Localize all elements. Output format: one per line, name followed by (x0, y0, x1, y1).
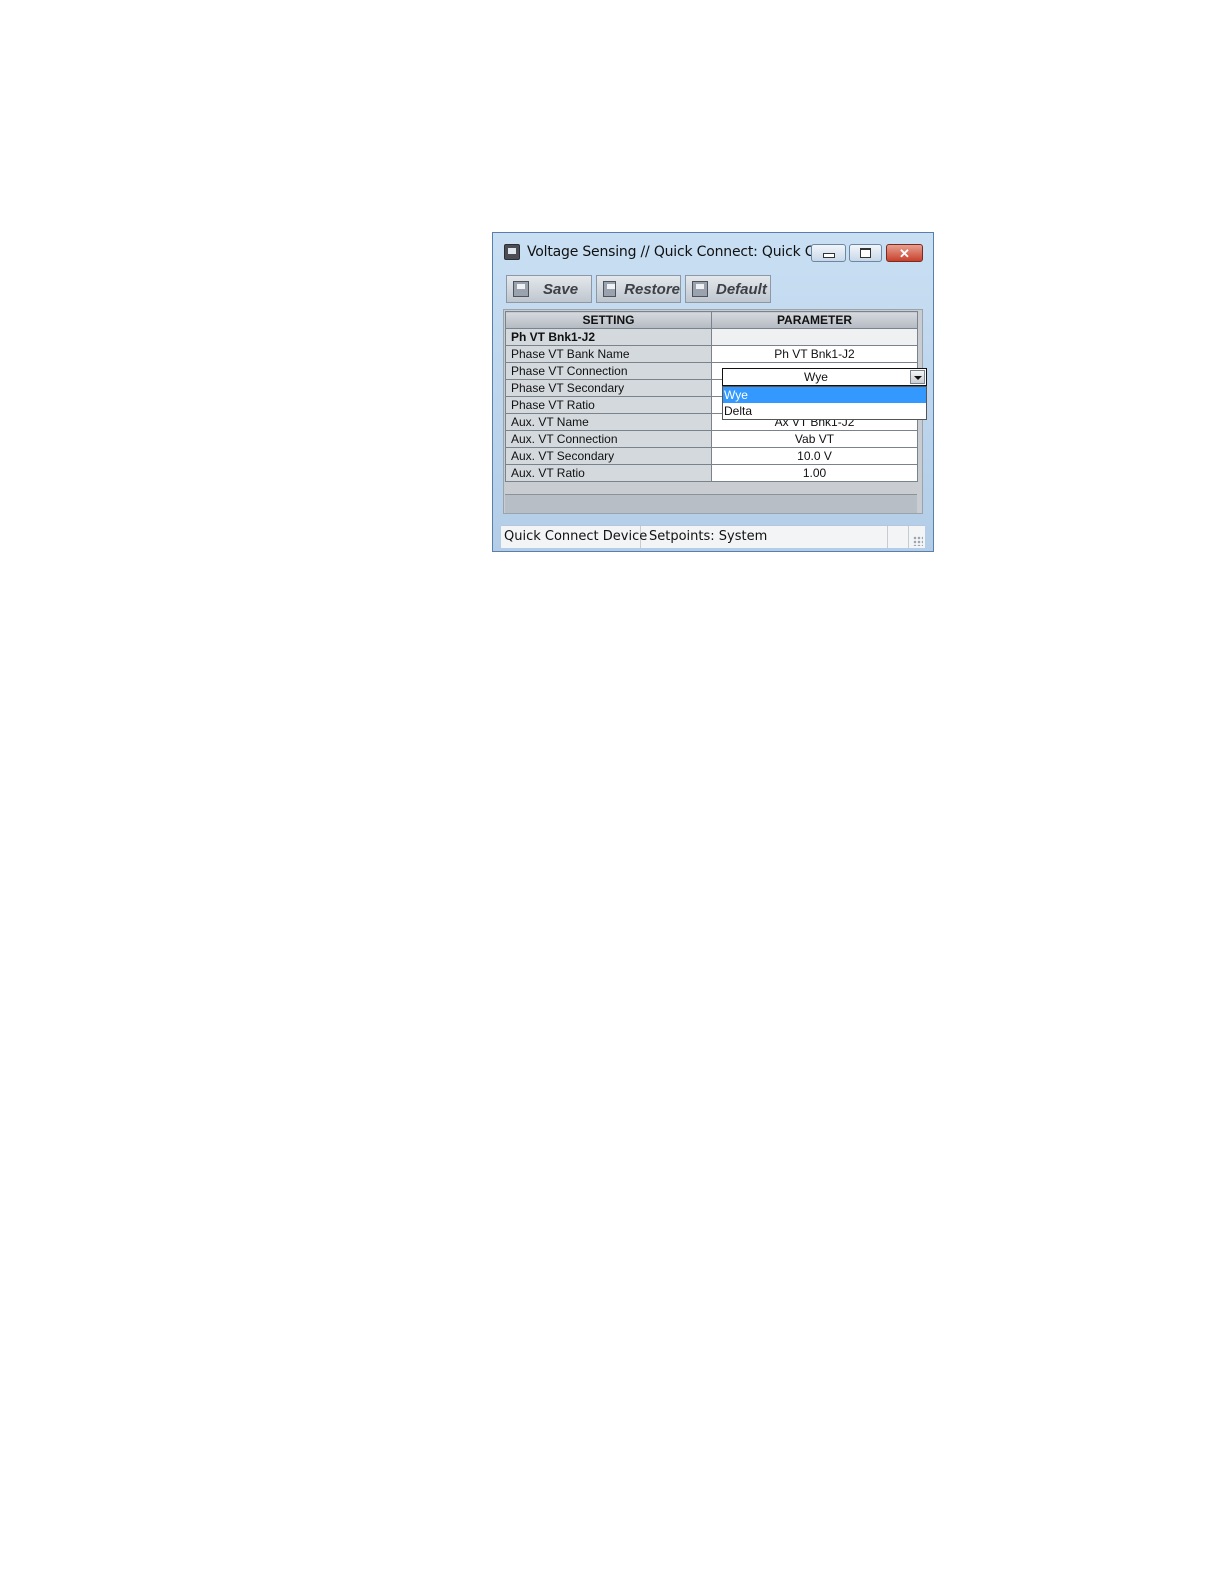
group-label: Ph VT Bnk1-J2 (505, 328, 712, 346)
dropdown-option-delta[interactable]: Delta (723, 403, 926, 419)
close-icon: ✕ (899, 245, 910, 261)
header-row: SETTING PARAMETER (505, 311, 918, 329)
setting-label: Phase VT Ratio (505, 396, 712, 414)
chevron-down-icon (913, 376, 922, 380)
save-button[interactable]: Save (506, 275, 592, 303)
status-device: Quick Connect Device (501, 526, 647, 548)
status-path: Setpoints: System (646, 526, 888, 548)
parameter-value[interactable]: Vab VT (711, 430, 918, 448)
toolbar: Save Restore Default (505, 273, 925, 303)
close-button[interactable]: ✕ (886, 244, 923, 262)
setting-label: Aux. VT Connection (505, 430, 712, 448)
minimize-button[interactable] (811, 244, 846, 262)
setting-label: Aux. VT Ratio (505, 464, 712, 482)
restore-label: Restore (624, 280, 680, 298)
setting-label: Phase VT Secondary (505, 379, 712, 397)
combo-value: Wye (804, 370, 828, 384)
table-row[interactable]: Aux. VT Secondary 10.0 V (505, 447, 918, 465)
window-title: Voltage Sensing // Quick Connect: Quick … (527, 244, 836, 260)
resize-grip-icon[interactable] (913, 536, 923, 546)
column-header-setting[interactable]: SETTING (505, 311, 712, 329)
group-parameter-cell (711, 328, 918, 346)
save-label: Save (543, 280, 579, 298)
status-empty-pane (891, 526, 909, 548)
combo-dropdown-button[interactable] (910, 370, 925, 384)
default-button[interactable]: Default (685, 275, 771, 303)
table-row[interactable]: Aux. VT Ratio 1.00 (505, 464, 918, 482)
combo-dropdown-list: Wye Delta (722, 386, 927, 420)
restore-button[interactable]: Restore (596, 275, 681, 303)
column-header-parameter[interactable]: PARAMETER (711, 311, 918, 329)
save-icon (513, 281, 529, 297)
setting-label: Aux. VT Name (505, 413, 712, 431)
parameter-value[interactable]: 1.00 (711, 464, 918, 482)
table-row[interactable]: Aux. VT Connection Vab VT (505, 430, 918, 448)
app-icon (504, 244, 520, 260)
group-row: Ph VT Bnk1-J2 (505, 328, 918, 346)
status-bar: Quick Connect Device Setpoints: System (501, 525, 925, 548)
title-bar[interactable]: Voltage Sensing // Quick Connect: Quick … (493, 233, 933, 271)
maximize-icon (860, 248, 871, 258)
settings-grid: SETTING PARAMETER Ph VT Bnk1-J2 Phase VT… (503, 309, 927, 514)
setting-label: Phase VT Bank Name (505, 345, 712, 363)
parameter-value[interactable]: 10.0 V (711, 447, 918, 465)
default-icon (692, 281, 708, 297)
default-label: Default (716, 280, 767, 298)
restore-icon (603, 281, 617, 297)
phase-vt-connection-combo[interactable]: Wye (722, 368, 927, 386)
parameter-value[interactable]: Ph VT Bnk1-J2 (711, 345, 918, 363)
grid-footer (505, 494, 917, 513)
settings-window: Voltage Sensing // Quick Connect: Quick … (492, 232, 934, 552)
dropdown-option-wye[interactable]: Wye (723, 387, 926, 403)
setting-label: Phase VT Connection (505, 362, 712, 380)
table-row[interactable]: Phase VT Bank Name Ph VT Bnk1-J2 (505, 345, 918, 363)
maximize-button[interactable] (849, 244, 882, 262)
setting-label: Aux. VT Secondary (505, 447, 712, 465)
minimize-icon (822, 253, 835, 258)
